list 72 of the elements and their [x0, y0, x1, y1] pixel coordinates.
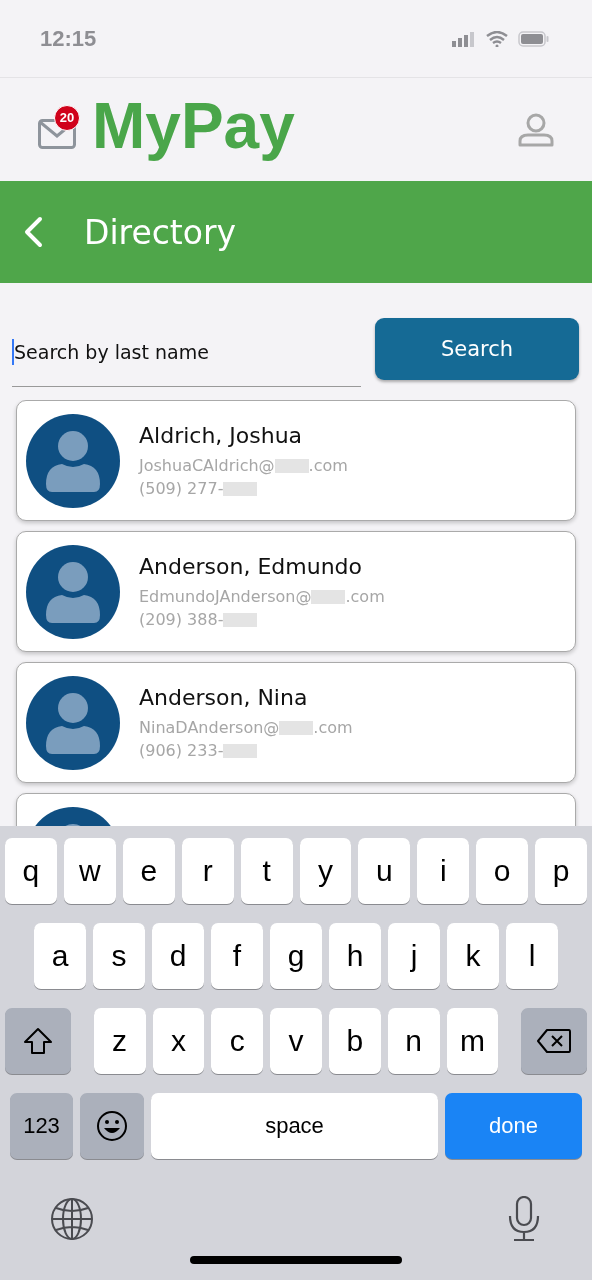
contact-name: Anderson, Nina — [139, 685, 309, 710]
key[interactable]: d — [152, 923, 204, 989]
contact-email: .com — [308, 456, 348, 475]
key[interactable]: y — [299, 838, 352, 904]
redaction-blur — [279, 720, 314, 735]
contact-card[interactable]: Anderson, Edmundo EdmundoJAnderson@ .com (209) 388- — [16, 531, 576, 652]
page-title: Directory — [84, 212, 237, 252]
key[interactable]: f — [211, 923, 263, 989]
key[interactable]: a — [34, 923, 86, 989]
emoji-icon — [96, 1110, 128, 1142]
key[interactable]: w — [63, 838, 116, 904]
key[interactable]: h — [329, 923, 381, 989]
key[interactable]: s — [93, 923, 145, 989]
text-cursor — [12, 339, 14, 365]
key[interactable]: m — [446, 1008, 499, 1074]
key[interactable]: z — [93, 1008, 146, 1074]
shift-icon — [22, 1027, 53, 1055]
key[interactable]: p — [535, 838, 588, 904]
contact-email: JoshuaCAldrich@ — [139, 456, 275, 475]
space-key[interactable]: space — [151, 1093, 438, 1159]
contact-name: Anderson, Edmundo — [139, 554, 363, 579]
key[interactable]: j — [388, 923, 440, 989]
key[interactable]: n — [387, 1008, 440, 1074]
numbers-key[interactable]: 123 — [10, 1093, 73, 1159]
key[interactable]: l — [506, 923, 558, 989]
backspace-icon — [536, 1028, 573, 1054]
contact-email: EdmundoJAnderson@ — [139, 587, 312, 606]
notification-badge: 20 — [54, 104, 80, 131]
back-icon[interactable] — [22, 216, 44, 248]
avatar-icon — [26, 675, 120, 770]
avatar-icon — [26, 544, 120, 639]
key[interactable]: o — [476, 838, 529, 904]
redaction-blur — [223, 612, 258, 627]
app-logo: MyPay — [92, 88, 295, 163]
contact-phone: (906) 233- — [139, 741, 224, 760]
key[interactable]: x — [152, 1008, 205, 1074]
shift-key[interactable] — [5, 1008, 71, 1074]
contact-card[interactable]: Anderson, Nina NinaDAnderson@ .com (906) 233- — [16, 662, 576, 783]
microphone-icon[interactable] — [508, 1196, 540, 1242]
backspace-key[interactable] — [521, 1008, 588, 1074]
redaction-blur — [311, 589, 346, 604]
key[interactable]: t — [240, 838, 293, 904]
search-button[interactable]: Search — [375, 318, 579, 380]
key[interactable]: g — [270, 923, 322, 989]
contact-email: NinaDAnderson@ — [139, 718, 280, 737]
contact-card[interactable]: Aldrich, Joshua JoshuaCAldrich@ .com (509) 277- — [16, 400, 576, 521]
contact-phone: (209) 388- — [139, 610, 224, 629]
status-time: 12:15 — [40, 25, 97, 52]
search-field[interactable]: Search by last name — [12, 318, 361, 387]
globe-icon[interactable] — [50, 1197, 94, 1241]
key[interactable]: i — [417, 838, 470, 904]
key[interactable]: c — [211, 1008, 264, 1074]
key[interactable]: r — [181, 838, 234, 904]
redaction-blur — [223, 481, 258, 496]
contact-email: .com — [313, 718, 353, 737]
key[interactable]: b — [328, 1008, 381, 1074]
contact-phone: (509) 277- — [139, 479, 224, 498]
key[interactable]: k — [447, 923, 499, 989]
key[interactable]: u — [358, 838, 411, 904]
redaction-blur — [274, 458, 309, 473]
wifi-icon — [486, 30, 508, 47]
emoji-key[interactable] — [80, 1093, 144, 1159]
redaction-blur — [223, 743, 258, 758]
contact-email: .com — [345, 587, 385, 606]
key[interactable]: q — [4, 838, 57, 904]
avatar-icon — [26, 413, 120, 508]
done-key[interactable]: done — [445, 1093, 582, 1159]
signal-icon — [452, 30, 476, 47]
contact-name: Aldrich, Joshua — [139, 423, 304, 448]
battery-icon — [518, 30, 550, 47]
key[interactable]: e — [122, 838, 175, 904]
key[interactable]: v — [270, 1008, 322, 1074]
